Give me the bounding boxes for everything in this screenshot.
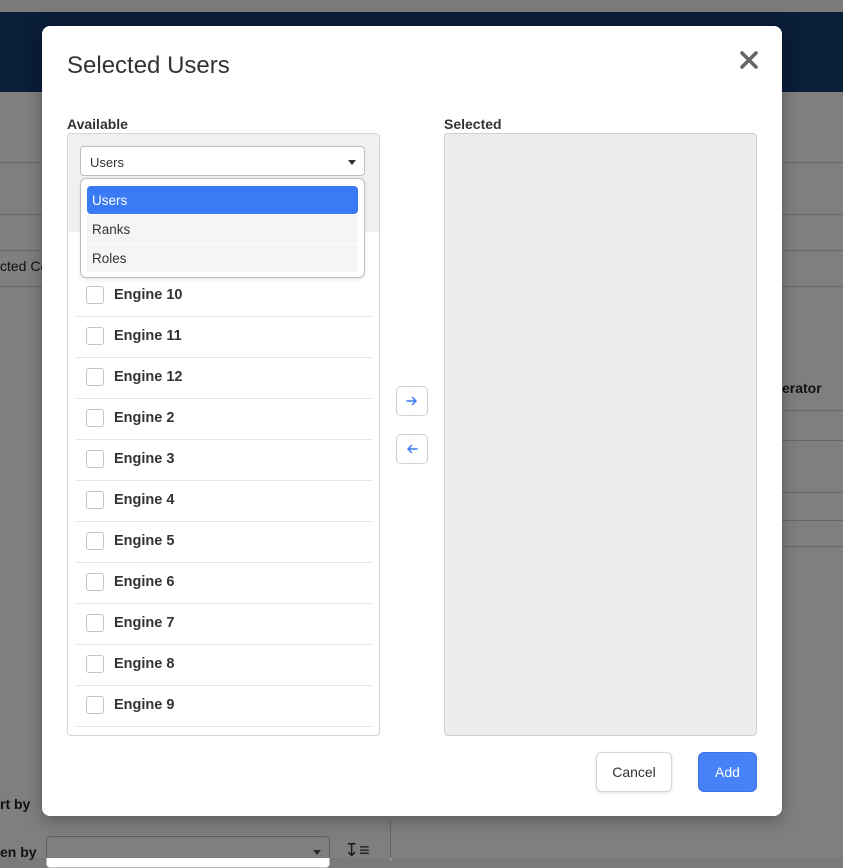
list-item[interactable]: Engine 4	[76, 481, 372, 522]
selected-users-modal: Selected Users Available Users Users Ran…	[42, 26, 782, 816]
item-label: Engine 6	[114, 574, 175, 590]
close-button[interactable]	[735, 46, 763, 74]
modal-title: Selected Users	[67, 52, 230, 79]
item-label: Engine 3	[114, 451, 175, 467]
selected-label: Selected	[444, 116, 502, 132]
item-label: Engine 7	[114, 615, 175, 631]
list-type-select[interactable]: Users	[80, 146, 365, 176]
item-checkbox[interactable]	[86, 573, 104, 591]
dropdown-option-ranks[interactable]: Ranks	[87, 215, 358, 243]
list-type-select-value: Users	[90, 155, 124, 170]
item-label: Engine 4	[114, 492, 175, 508]
selected-panel	[444, 133, 757, 736]
item-label: Engine 11	[114, 328, 182, 344]
available-label: Available	[67, 116, 128, 132]
item-label: Engine 10	[114, 287, 183, 303]
available-list: Engine 10 Engine 11 Engine 12 Engine 2 E…	[76, 276, 372, 727]
dropdown-option-users[interactable]: Users	[87, 186, 358, 214]
item-label: Engine 8	[114, 656, 175, 672]
item-label: Engine 9	[114, 697, 175, 713]
item-checkbox[interactable]	[86, 450, 104, 468]
caret-down-icon	[348, 160, 356, 165]
close-icon	[740, 51, 758, 69]
item-label: Engine 2	[114, 410, 175, 426]
cancel-button[interactable]: Cancel	[596, 752, 672, 792]
list-item[interactable]: Engine 5	[76, 522, 372, 563]
dropdown-option-roles[interactable]: Roles	[87, 244, 358, 272]
add-button-label: Add	[715, 764, 740, 780]
item-checkbox[interactable]	[86, 614, 104, 632]
list-item[interactable]: Engine 2	[76, 399, 372, 440]
item-checkbox[interactable]	[86, 696, 104, 714]
cancel-button-label: Cancel	[612, 764, 656, 780]
list-item[interactable]: Engine 8	[76, 645, 372, 686]
arrow-right-icon	[406, 396, 417, 406]
add-button[interactable]: Add	[698, 752, 757, 792]
list-type-dropdown: Users Ranks Roles	[80, 178, 365, 278]
item-label: Engine 12	[114, 369, 183, 385]
list-item[interactable]: Engine 10	[76, 276, 372, 317]
item-checkbox[interactable]	[86, 532, 104, 550]
item-checkbox[interactable]	[86, 368, 104, 386]
list-item[interactable]: Engine 7	[76, 604, 372, 645]
item-checkbox[interactable]	[86, 409, 104, 427]
list-item[interactable]: Engine 9	[76, 686, 372, 727]
item-label: Engine 5	[114, 533, 175, 549]
item-checkbox[interactable]	[86, 491, 104, 509]
list-item[interactable]: Engine 6	[76, 563, 372, 604]
move-right-button[interactable]	[396, 386, 428, 416]
item-checkbox[interactable]	[86, 655, 104, 673]
available-panel: Users Users Ranks Roles Engine 10 Engine…	[67, 133, 380, 736]
item-checkbox[interactable]	[86, 286, 104, 304]
list-item[interactable]: Engine 12	[76, 358, 372, 399]
arrow-left-icon	[407, 444, 418, 454]
item-checkbox[interactable]	[86, 327, 104, 345]
list-item[interactable]: Engine 3	[76, 440, 372, 481]
list-item[interactable]: Engine 11	[76, 317, 372, 358]
move-left-button[interactable]	[396, 434, 428, 464]
